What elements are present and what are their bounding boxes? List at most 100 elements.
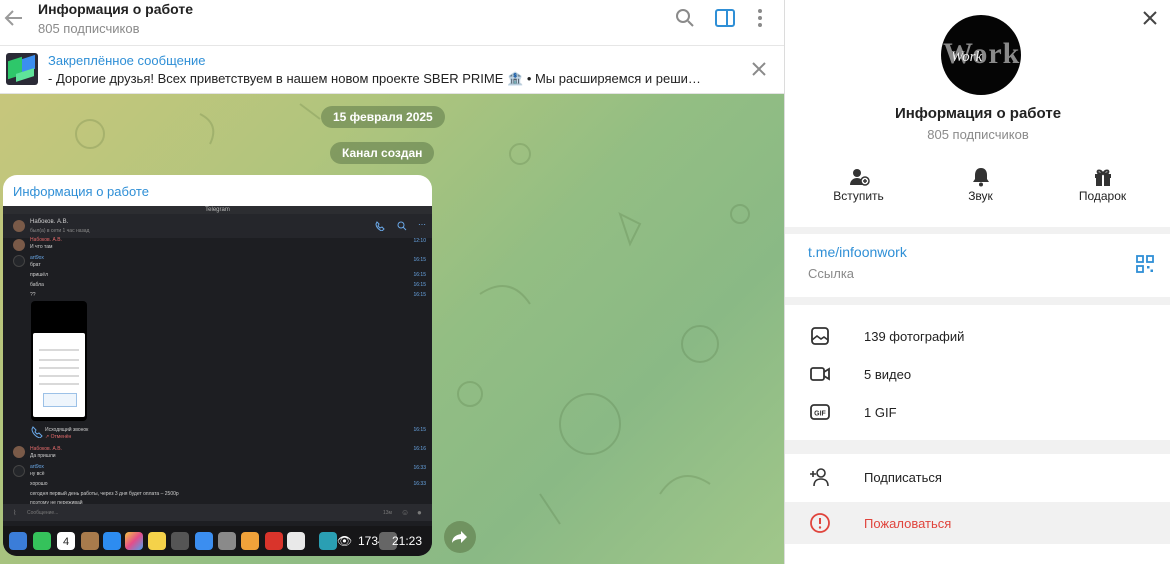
search-icon[interactable]: [673, 6, 697, 30]
safari-icon: [195, 532, 213, 550]
screenshot-window-title: Telegram: [3, 206, 432, 214]
gif-icon: GIF: [810, 404, 830, 420]
pinned-text: - Дорогие друзья! Всех приветствуем в на…: [48, 71, 701, 86]
screenshot-row-time: 12:10: [413, 238, 426, 244]
call-time: 16:15: [413, 427, 426, 433]
screenshot-row-time: 16:33: [413, 465, 426, 471]
pinned-message-bar[interactable]: Закреплённое сообщение - Дорогие друзья!…: [0, 46, 784, 94]
join-icon: [850, 169, 870, 186]
sound-label: Звук: [968, 189, 993, 203]
chat-background: 15 февраля 2025 Канал создан Информация …: [0, 94, 784, 564]
screenshot-row-time: 16:33: [413, 481, 426, 487]
screenshot-row-text: бабла: [30, 282, 44, 288]
more-menu-icon[interactable]: [748, 6, 772, 30]
channel-message[interactable]: Информация о работе Telegram Набоков. А.…: [3, 175, 432, 556]
screenshot-avatar: [13, 446, 25, 458]
screenshot-more-icon: ⋯: [418, 220, 426, 229]
screenshot-row-text: ну всё: [30, 471, 45, 477]
screenshot-search-icon: [397, 221, 407, 231]
link-caption: Ссылка: [808, 266, 855, 281]
back-arrow-icon[interactable]: [2, 6, 26, 30]
calendar-icon: 4: [57, 532, 75, 550]
screenshot-row-text: Да пришли: [30, 453, 56, 459]
sound-button[interactable]: Звук: [924, 158, 1037, 211]
join-button[interactable]: Вступить: [802, 158, 915, 211]
forward-icon: [452, 531, 467, 543]
screenshot-row-time: 16:15: [413, 257, 426, 263]
screenshot-avatar: [13, 465, 25, 477]
gift-label: Подарок: [1078, 189, 1127, 203]
date-pill: 15 февраля 2025: [321, 106, 445, 128]
channel-link[interactable]: t.me/infoonwork: [808, 244, 907, 260]
accessibility-icon: [319, 532, 337, 550]
screenshot-row-name: Набоков. А.В.: [30, 237, 62, 243]
vivaldi-icon: [265, 532, 283, 550]
screenshot-chat-header: Набоков. А.В. был(а) в сети 1 час назад …: [3, 214, 432, 238]
screenshot-row-time: 16:15: [413, 292, 426, 298]
report-row[interactable]: [785, 502, 1170, 544]
notes-icon: [148, 532, 166, 550]
screenshot-contact-name: Набоков. А.В.: [30, 219, 69, 225]
screenshot-row-text: И что там: [30, 244, 53, 250]
message-author[interactable]: Информация о работе: [13, 184, 149, 199]
chat-header: Информация о работе 805 подписчиков: [0, 0, 784, 46]
dock-time: 21:23: [392, 534, 423, 548]
gift-icon: [1095, 169, 1111, 186]
message-photo[interactable]: Telegram Набоков. А.В. был(а) в сети 1 ч…: [3, 206, 432, 556]
close-panel-icon[interactable]: [1139, 7, 1161, 29]
channel-avatar[interactable]: Work Work: [941, 15, 1021, 95]
settings-icon: [218, 532, 236, 550]
screenshot-contact-status: был(а) в сети 1 час назад: [30, 228, 90, 234]
screenshot-row-text: ??: [30, 292, 36, 298]
channel-subscribers: 805 подписчиков: [927, 127, 1029, 142]
screenshot-row-text: пришёл: [30, 272, 48, 278]
qr-code-icon[interactable]: [1135, 254, 1155, 274]
bell-icon: [973, 168, 989, 187]
finder-icon: [9, 532, 27, 550]
screenshot-row-text: брат: [30, 262, 41, 268]
sidebar-toggle-icon[interactable]: [713, 6, 737, 30]
eye-icon: 👁: [337, 534, 353, 548]
paperclip-icon: ⌇: [13, 510, 17, 517]
video-icon: [810, 367, 830, 381]
screenshot-composer: ⌇ Сообщение... 13м ☺ ●: [3, 504, 432, 521]
svg-text:GIF: GIF: [814, 411, 826, 418]
screenshot-row-time: 16:16: [413, 446, 426, 452]
mic-icon: ●: [417, 508, 422, 517]
telegram-window: Информация о работе 805 подписчиков Закр…: [0, 0, 1170, 564]
media-videos[interactable]: 5 видео: [864, 367, 911, 382]
join-label: Вступить: [833, 189, 884, 203]
facetime-icon: [33, 532, 51, 550]
media-gifs[interactable]: 1 GIF: [864, 405, 897, 420]
emoji-icon: ☺: [401, 508, 410, 517]
channel-info-panel: Work Work Информация о работе 805 подпис…: [784, 0, 1170, 564]
chrome-icon: [287, 532, 305, 550]
chat-title[interactable]: Информация о работе: [38, 1, 193, 17]
media-photos[interactable]: 139 фотографий: [864, 329, 964, 344]
photos-icon: [125, 532, 143, 550]
report-icon: [810, 513, 830, 533]
close-pinned-icon[interactable]: [748, 58, 770, 80]
report-action[interactable]: Пожаловаться: [864, 516, 951, 531]
screenshot-row-text: хорошо: [30, 481, 48, 487]
pinned-title: Закреплённое сообщение: [48, 53, 206, 68]
gift-button[interactable]: Подарок: [1046, 158, 1159, 211]
forward-button[interactable]: [444, 521, 476, 553]
screenshot-row-name: art9ox: [30, 255, 44, 261]
screenshot-avatar: [13, 239, 25, 251]
call-title: Исходящий звонок: [45, 427, 89, 433]
service-pill: Канал создан: [330, 142, 435, 164]
outgoing-call-icon: [31, 426, 43, 438]
phone-icon: [375, 221, 385, 231]
screenshot-composer-meta: 13м: [383, 510, 392, 516]
pages-icon: [241, 532, 259, 550]
screenshot-avatar: [13, 220, 25, 232]
subscribe-action[interactable]: Подписаться: [864, 470, 942, 485]
avatar-script: Work: [951, 49, 983, 65]
screenshot-row-text: сегодня первый день работы, через 3 дня …: [30, 491, 179, 497]
media-card: [785, 305, 1170, 440]
screenshot-dock: 4 👁 1734 21:23: [3, 526, 432, 556]
screenshot-row-name: Набоков. А.В.: [30, 446, 62, 452]
screenshot-phone-image: [31, 301, 87, 421]
chat-area: Информация о работе 805 подписчиков Закр…: [0, 0, 784, 564]
